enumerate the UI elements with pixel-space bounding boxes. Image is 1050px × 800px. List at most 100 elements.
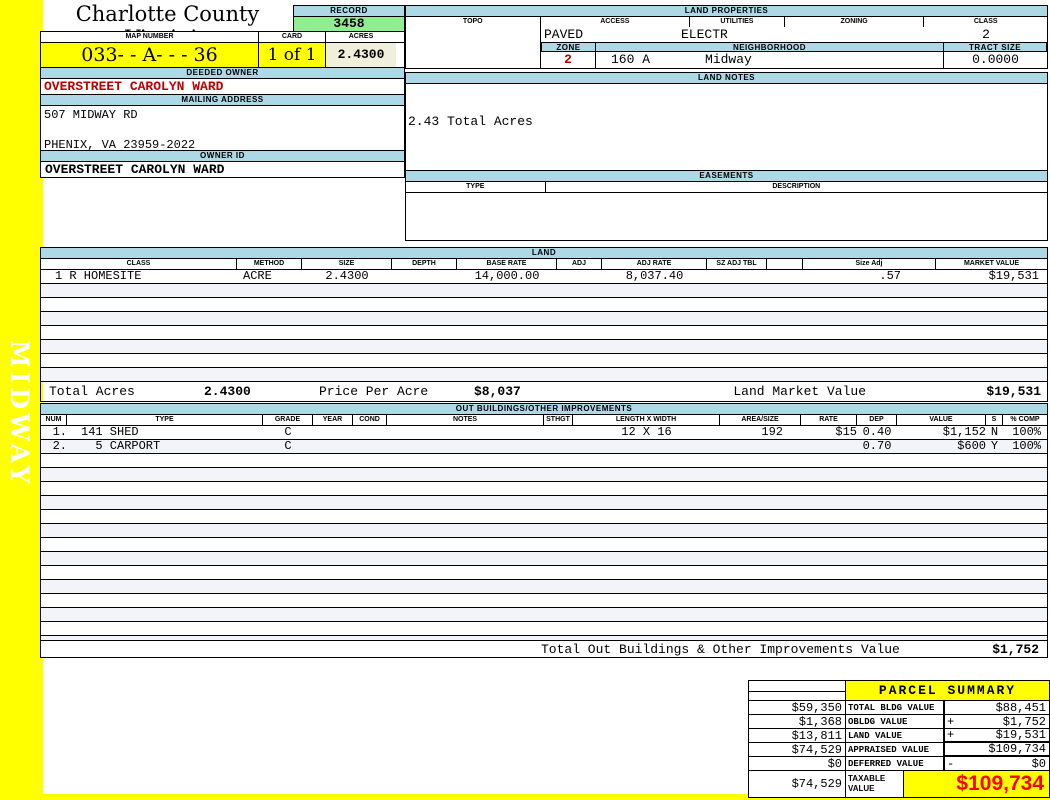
ob-year-cell (313, 440, 353, 453)
ob-h-sthgt: STHGT (544, 415, 573, 425)
land-h-base-rate: BASE RATE (457, 259, 557, 269)
acres-value: 2.4300 (326, 43, 396, 67)
ps-left-value: $0 (749, 757, 846, 771)
land-market-value-cell: $19,531 (936, 270, 1045, 283)
ob-type-cell: 5 CARPORT (67, 440, 263, 453)
zone-value: 2 (541, 52, 596, 68)
out-buildings-headers: NUM TYPE GRADE YEAR COND NOTES STHGT LEN… (40, 415, 1048, 426)
ob-length-width-cell (573, 440, 720, 453)
easements-section: EASEMENTS TYPE DESCRIPTION (405, 170, 1048, 241)
record-value: 3458 (294, 16, 404, 31)
taxable-value-row: $74,529 TAXABLE VALUE $109,734 (749, 771, 1049, 797)
land-notes-title: LAND NOTES (405, 72, 1048, 84)
ps-left-value: $59,350 (749, 701, 846, 715)
ob-pct-comp-cell: 100% (1003, 440, 1045, 453)
easements-area (405, 192, 1048, 241)
ps-right-value: $109,734 (961, 742, 1049, 756)
ob-h-dep: DEP (857, 415, 897, 425)
card-label: CARD (259, 32, 326, 42)
ps-left-value: $13,811 (749, 729, 846, 743)
zone-neighborhood-block: ZONE NEIGHBORHOOD TRACT SIZE 2 160 A Mid… (541, 42, 1047, 68)
owner-block: MAP NUMBER CARD ACRES 033- - A- - - 36 1… (40, 31, 405, 178)
ob-num-cell: 2. (41, 440, 67, 453)
land-adj-rate-cell: 8,037.40 (602, 270, 707, 283)
ps-row: $0 DEFERRED VALUE - $0 (749, 757, 1049, 771)
ob-total-label: Total Out Buildings & Other Improvements… (541, 642, 900, 657)
land-h-class: CLASS (41, 259, 237, 269)
record-label: RECORD (294, 6, 404, 16)
map-card-acres-values: 033- - A- - - 36 1 of 1 2.4300 (41, 43, 404, 68)
land-h-adj-rate: ADJ RATE (602, 259, 707, 269)
ob-h-grade: GRADE (263, 415, 313, 425)
acres-label: ACRES (326, 32, 396, 42)
neighborhood-value: 160 A Midway (596, 52, 944, 68)
map-number-value: 033- - A- - - 36 (41, 43, 259, 67)
ob-grade-cell: C (263, 440, 313, 453)
price-per-acre-value: $8,037 (474, 382, 584, 401)
ps-label: APPRAISED VALUE (846, 743, 944, 757)
class-value: 2 (941, 27, 1031, 42)
taxable-label: TAXABLE VALUE (846, 771, 904, 797)
land-h-blank (767, 259, 803, 269)
topo-label: TOPO (406, 17, 541, 27)
ps-right-value: $19,531 (961, 728, 1049, 742)
ob-length-width-cell: 12 X 16 (573, 426, 720, 439)
ob-h-length-width: LENGTH X WIDTH (573, 415, 720, 425)
ob-h-value: VALUE (897, 415, 986, 425)
land-section: LAND CLASS METHOD SIZE DEPTH BASE RATE A… (40, 247, 1048, 402)
land-class-cell: 1 R HOMESITE (41, 270, 237, 283)
ob-empty-rows (41, 454, 1047, 650)
ps-header-empty (749, 681, 846, 701)
mailing-address: 507 MIDWAY RD PHENIX, VA 23959-2022 (41, 106, 404, 151)
land-properties-headers: TOPO ACCESS UTILITIES ZONING CLASS (405, 17, 1048, 27)
ps-label: DEFERRED VALUE (846, 757, 944, 771)
ps-label: OBLDG VALUE (846, 715, 944, 729)
class-label: CLASS (924, 17, 1047, 27)
access-label: ACCESS (541, 17, 691, 27)
easements-headers: TYPE DESCRIPTION (405, 182, 1048, 192)
total-acres-value: 2.4300 (204, 382, 319, 401)
land-sz-adj-tbl-cell (707, 270, 767, 283)
ob-h-notes: NOTES (387, 415, 544, 425)
land-totals-row: Total Acres 2.4300 Price Per Acre $8,037… (41, 382, 1047, 402)
out-buildings-section: OUT BUILDINGS/OTHER IMPROVEMENTS NUM TYP… (40, 403, 1048, 651)
ps-right-value: $0 (961, 757, 1049, 771)
ob-notes-cell (387, 440, 544, 453)
easement-description-label: DESCRIPTION (546, 182, 1047, 192)
ps-left-value: $74,529 (749, 743, 846, 757)
out-building-row: 2. 5 CARPORT C 0.70 $600 Y 100% (41, 440, 1047, 454)
ob-h-cond: COND (353, 415, 387, 425)
land-blank-cell (767, 270, 803, 283)
ob-cond-cell (353, 426, 387, 439)
ob-s-cell: Y (986, 440, 1003, 453)
out-buildings-rows: 1. 141 SHED C 12 X 16 192 $15 0.40 $1,15… (40, 426, 1048, 651)
out-buildings-title: OUT BUILDINGS/OTHER IMPROVEMENTS (40, 403, 1048, 415)
tract-size-value: 0.0000 (944, 52, 1047, 68)
ob-dep-cell: 0.40 (857, 426, 897, 439)
ob-sthgt-cell (544, 426, 573, 439)
ps-row: $59,350 TOTAL BLDG VALUE $88,451 (749, 701, 1049, 715)
deeded-owner-label: DEEDED OWNER (41, 68, 404, 79)
ps-row: $13,811 LAND VALUE + $19,531 (749, 729, 1049, 743)
ob-h-pct-comp: % COMP (1003, 415, 1047, 425)
ob-dep-cell: 0.70 (857, 440, 897, 453)
ps-row: $1,368 OBLDG VALUE + $1,752 (749, 715, 1049, 729)
ob-h-area-size: AREA/SIZE (720, 415, 801, 425)
address-line2: PHENIX, VA 23959-2022 (44, 122, 404, 152)
ob-rate-cell: $15 (801, 426, 857, 439)
land-row: 1 R HOMESITE ACRE 2.4300 14,000.00 8,037… (41, 270, 1047, 284)
ps-left-value: $1,368 (749, 715, 846, 729)
zone-label: ZONE (541, 42, 596, 52)
land-title: LAND (40, 247, 1048, 259)
ob-value-cell: $1,152 (897, 426, 986, 439)
land-h-sz-adj-tbl: SZ ADJ TBL (707, 259, 767, 269)
deeded-owner-value: OVERSTREET CAROLYN WARD (41, 79, 404, 95)
land-rows: 1 R HOMESITE ACRE 2.4300 14,000.00 8,037… (40, 270, 1048, 402)
ob-h-rate: RATE (801, 415, 857, 425)
ob-notes-cell (387, 426, 544, 439)
owner-id-label: OWNER ID (41, 151, 404, 162)
ob-rate-cell (801, 440, 857, 453)
land-size-cell: 2.4300 (302, 270, 392, 283)
left-yellow-strip: MIDWAY (0, 0, 43, 794)
land-h-market-value: MARKET VALUE (936, 259, 1047, 269)
